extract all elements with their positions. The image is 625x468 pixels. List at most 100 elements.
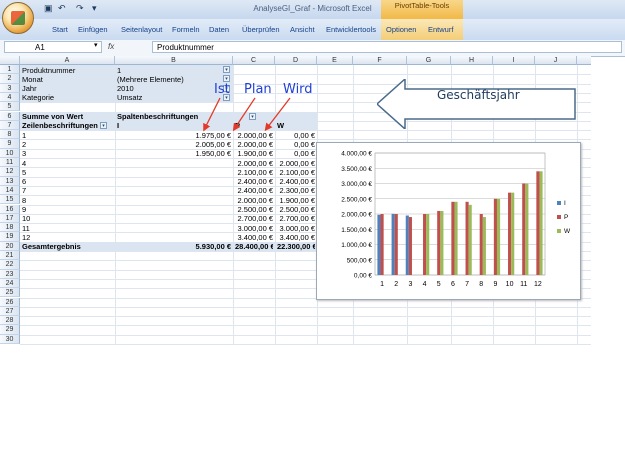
pivot-value-w[interactable]: 2.500,00 € — [277, 205, 315, 214]
pivot-value-p[interactable]: 2.500,00 € — [235, 205, 273, 214]
row-header-15[interactable]: 15 — [0, 195, 20, 205]
filter-label[interactable]: Jahr — [22, 84, 113, 93]
pivot-value-i[interactable]: 2.005,00 € — [117, 140, 231, 149]
pivot-value-w[interactable]: 0,00 € — [277, 149, 315, 158]
tab-daten[interactable]: Daten — [209, 25, 229, 34]
name-box-dropdown-icon[interactable]: ▾ — [94, 41, 98, 49]
row-header-27[interactable]: 27 — [0, 306, 20, 317]
row-header-21[interactable]: 21 — [0, 251, 20, 261]
fx-button[interactable]: fx — [108, 41, 148, 53]
tab-einfuegen[interactable]: Einfügen — [78, 25, 108, 34]
row-header-13[interactable]: 13 — [0, 176, 20, 186]
column-header-f[interactable]: F — [353, 56, 407, 65]
column-header-h[interactable]: H — [451, 56, 493, 65]
pivot-value-i[interactable]: 1.950,00 € — [117, 149, 231, 158]
tab-entwurf[interactable]: Entwurf — [428, 25, 453, 34]
pivot-value-w[interactable]: 2.100,00 € — [277, 168, 315, 177]
tab-entwicklertools[interactable]: Entwicklertools — [326, 25, 376, 34]
row-header-28[interactable]: 28 — [0, 316, 20, 326]
filter-value[interactable]: 1 — [117, 66, 231, 75]
row-header-9[interactable]: 9 — [0, 139, 20, 149]
pivot-value-p[interactable]: 2.400,00 € — [235, 177, 273, 186]
row-header-10[interactable]: 10 — [0, 148, 20, 158]
row-header-11[interactable]: 11 — [0, 158, 20, 168]
pivot-row-label[interactable]: 9 — [22, 205, 113, 214]
pivot-chart[interactable]: 0,00 € 500,00 € 1.000,00 € 1.500,00 € 2.000,… — [316, 142, 581, 300]
formula-input[interactable]: Produktnummer — [152, 41, 622, 53]
pivot-value-w[interactable]: 2.400,00 € — [277, 177, 315, 186]
column-header-i[interactable]: I — [493, 56, 535, 65]
row-header-6[interactable]: 6 — [0, 111, 20, 121]
row-header-30[interactable]: 30 — [0, 334, 20, 344]
pivot-value-p[interactable]: 2.000,00 € — [235, 159, 273, 168]
row-header-14[interactable]: 14 — [0, 185, 20, 196]
filter-label[interactable]: Monat — [22, 75, 113, 84]
pivot-row-label[interactable]: 11 — [22, 224, 113, 233]
pivot-row-label[interactable]: 6 — [22, 177, 113, 186]
pivot-value-w[interactable]: 2.000,00 € — [277, 159, 315, 168]
pivot-value-w[interactable]: 0,00 € — [277, 140, 315, 149]
column-header-c[interactable]: C — [233, 56, 275, 65]
pivot-row-label[interactable]: 10 — [22, 214, 113, 223]
row-header-5[interactable]: 5 — [0, 102, 20, 112]
filter-label[interactable]: Produktnummer — [22, 66, 113, 75]
row-header-22[interactable]: 22 — [0, 260, 20, 270]
office-button[interactable] — [2, 2, 34, 34]
filter-dropdown-icon[interactable]: ▾ — [223, 66, 230, 73]
grand-total-p[interactable]: 28.400,00 € — [235, 242, 273, 251]
row-header-7[interactable]: 7 — [0, 120, 20, 131]
pivot-row-label[interactable]: 7 — [22, 186, 113, 195]
grand-total-w[interactable]: 22.300,00 € — [277, 242, 315, 251]
tab-start[interactable]: Start — [52, 25, 68, 34]
row-header-24[interactable]: 24 — [0, 278, 20, 289]
column-header-b[interactable]: B — [115, 56, 233, 65]
pivot-row-label[interactable]: 4 — [22, 159, 113, 168]
row-header-16[interactable]: 16 — [0, 204, 20, 214]
grand-total-label[interactable]: Gesamtergebnis — [22, 242, 113, 251]
tab-seitenlayout[interactable]: Seitenlayout — [121, 25, 162, 34]
row-header-23[interactable]: 23 — [0, 269, 20, 279]
column-header-e[interactable]: E — [317, 56, 353, 65]
pivot-value-w[interactable]: 1.900,00 € — [277, 196, 315, 205]
pivot-row-label[interactable]: 1 — [22, 131, 113, 140]
pivot-row-label[interactable]: 2 — [22, 140, 113, 149]
column-header-a[interactable]: A — [20, 56, 115, 65]
row-header-29[interactable]: 29 — [0, 325, 20, 335]
pivot-value-p[interactable]: 2.000,00 € — [235, 196, 273, 205]
grand-total-i[interactable]: 5.930,00 € — [117, 242, 231, 251]
row-header-25[interactable]: 25 — [0, 288, 20, 298]
row-header-2[interactable]: 2 — [0, 74, 20, 84]
row-header-3[interactable]: 3 — [0, 83, 20, 93]
pivot-row-label[interactable]: 12 — [22, 233, 113, 242]
row-header-1[interactable]: 1 — [0, 65, 20, 75]
pivot-value-p[interactable]: 2.100,00 € — [235, 168, 273, 177]
tab-ansicht[interactable]: Ansicht — [290, 25, 315, 34]
pivot-value-w[interactable]: 2.700,00 € — [277, 214, 315, 223]
row-header-4[interactable]: 4 — [0, 92, 20, 103]
row-header-18[interactable]: 18 — [0, 223, 20, 233]
pivot-value-p[interactable]: 2.400,00 € — [235, 186, 273, 195]
pivot-value-w[interactable]: 2.300,00 € — [277, 186, 315, 195]
pivot-value-p[interactable]: 3.000,00 € — [235, 224, 273, 233]
row-header-19[interactable]: 19 — [0, 232, 20, 242]
select-all-corner[interactable] — [0, 56, 20, 65]
column-header-g[interactable]: G — [407, 56, 451, 65]
row-header-8[interactable]: 8 — [0, 130, 20, 140]
name-box[interactable]: A1 — [4, 41, 102, 53]
pivot-value-p[interactable]: 2.000,00 € — [235, 140, 273, 149]
tab-formeln[interactable]: Formeln — [172, 25, 200, 34]
values-label[interactable]: Summe von Wert — [22, 112, 113, 121]
pivot-row-label[interactable]: 3 — [22, 149, 113, 158]
filter-label[interactable]: Kategorie — [22, 93, 113, 102]
pivot-value-w[interactable]: 3.000,00 € — [277, 224, 315, 233]
row-header-26[interactable]: 26 — [0, 297, 20, 307]
pivot-row-label[interactable]: 8 — [22, 196, 113, 205]
column-header-j[interactable]: J — [535, 56, 577, 65]
row-header-20[interactable]: 20 — [0, 241, 20, 251]
column-header-d[interactable]: D — [275, 56, 317, 65]
pivot-row-label[interactable]: 5 — [22, 168, 113, 177]
column-header-k[interactable]: K — [577, 56, 591, 65]
tab-optionen[interactable]: Optionen — [386, 25, 416, 34]
row-header-12[interactable]: 12 — [0, 167, 20, 177]
row-header-17[interactable]: 17 — [0, 213, 20, 224]
